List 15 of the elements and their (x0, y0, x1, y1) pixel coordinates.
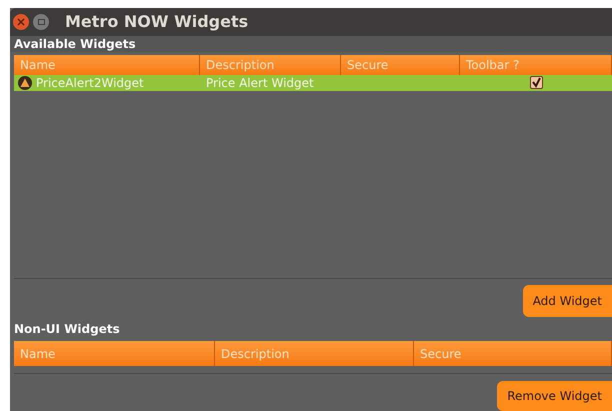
add-widget-button[interactable]: Add Widget (522, 285, 612, 318)
close-icon[interactable] (13, 14, 29, 30)
table-row[interactable]: PriceAlert2Widget Price Alert Widget (14, 74, 612, 91)
window-title: Metro NOW Widgets (65, 10, 248, 33)
remove-widget-button[interactable]: Remove Widget (497, 381, 612, 411)
maximize-icon[interactable] (33, 14, 49, 30)
section-title: Non-UI Widgets (14, 321, 120, 338)
section-title: Available Widgets (14, 36, 136, 53)
warning-icon (18, 76, 32, 90)
table-cell-text: Price Alert Widget (206, 74, 314, 92)
column-header[interactable]: Name (14, 341, 215, 366)
table-cell-text: PriceAlert2Widget (36, 74, 144, 92)
column-header[interactable]: Secure (414, 341, 612, 366)
column-header[interactable]: Description (215, 341, 414, 366)
toolbar-checkbox[interactable] (530, 76, 542, 90)
